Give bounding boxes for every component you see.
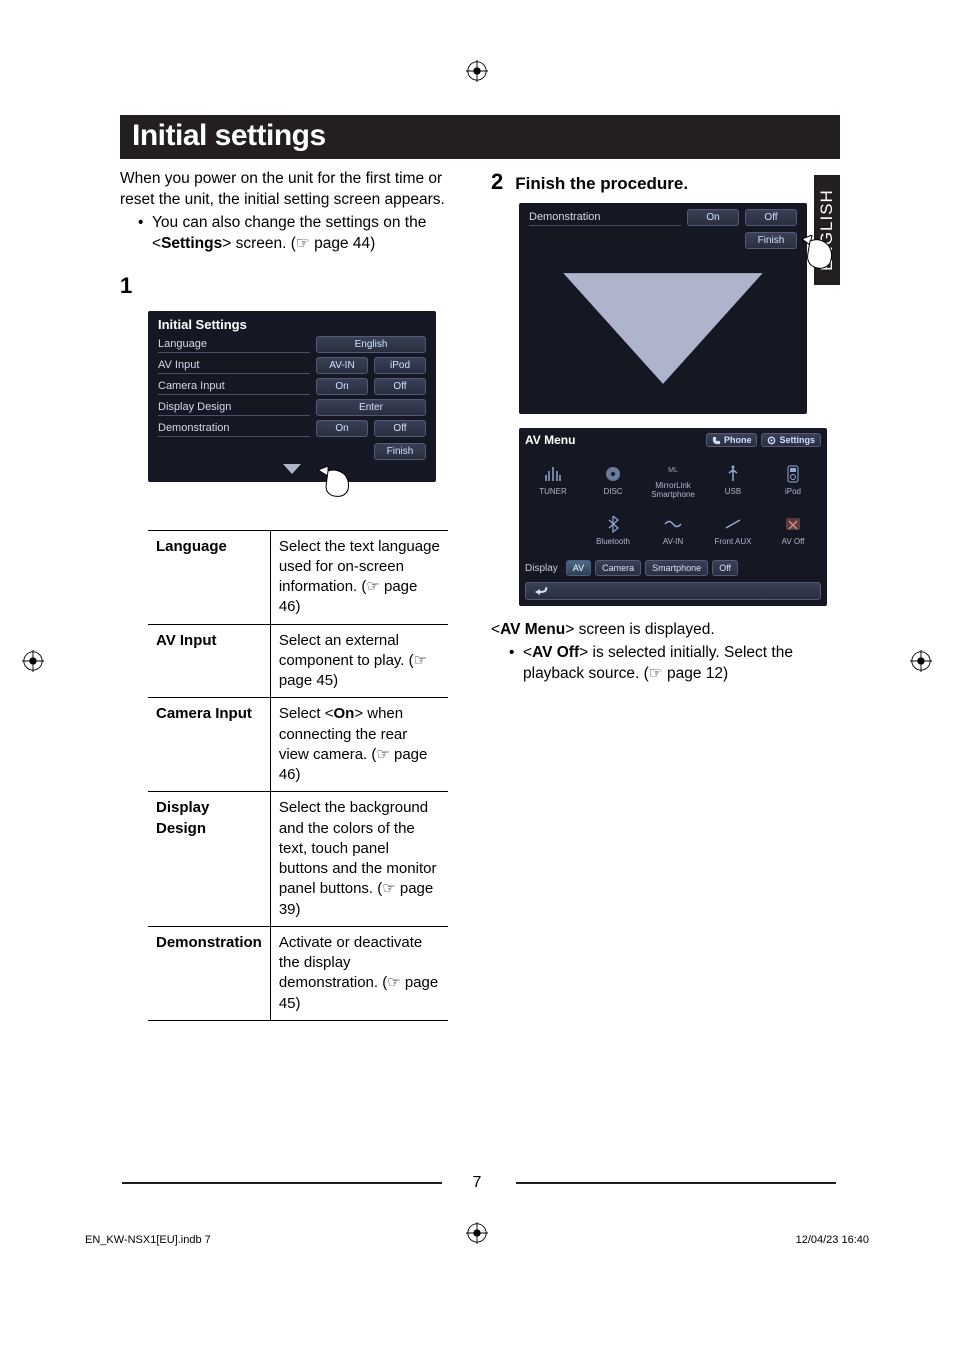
enter-button[interactable]: Enter [316,399,426,416]
tab-av[interactable]: AV [566,560,591,576]
table-cell-desc: Select <On> when connecting the rear vie… [270,698,448,792]
bluetooth-icon [606,515,620,533]
demo-label: Demonstration [529,209,681,226]
frontaux-icon [723,517,743,531]
english-button[interactable]: English [316,336,426,353]
table-cell-desc: Activate or deactivate the display demon… [270,926,448,1020]
mirrorlink-icon: ML [663,462,683,476]
intro-text: When you power on the unit for the first… [120,169,469,255]
demo-off-button[interactable]: Off [374,420,426,437]
step-1-number: 1 [120,273,469,299]
demo-off-button[interactable]: Off [745,209,797,226]
step-2-number: 2 [491,169,503,195]
hand-pointer-icon [796,235,842,280]
phone-button[interactable]: Phone [706,433,758,447]
avoff-icon [784,516,802,532]
settings-button[interactable]: Settings [761,433,821,447]
bullet-dot: • [138,213,152,255]
scroll-down-icon[interactable] [148,460,436,476]
disc-icon [603,465,623,483]
row-display-design-label: Display Design [158,399,310,416]
back-icon [534,585,548,595]
row-avinput-label: AV Input [158,357,310,374]
usb-icon [723,465,743,483]
source-avin[interactable]: AV-IN [645,506,701,552]
table-row: AV Input Select an external component to… [148,624,448,698]
tab-off[interactable]: Off [712,560,738,576]
table-row: Demonstration Activate or deactivate the… [148,926,448,1020]
source-mirrorlink[interactable]: ML MirrorLink Smartphone [645,456,701,502]
source-frontaux[interactable]: Front AUX [705,506,761,552]
table-cell-name: Camera Input [148,698,270,792]
source-disc[interactable]: DISC [585,456,641,502]
table-cell-desc: Select the text language used for on-scr… [270,530,448,624]
phone-icon [712,436,721,445]
table-row: Display Design Select the background and… [148,792,448,927]
table-cell-name: Language [148,530,270,624]
finish-button[interactable]: Finish [745,232,797,249]
initial-settings-screenshot: Initial Settings Language English AV Inp… [148,311,436,482]
tab-smartphone[interactable]: Smartphone [645,560,708,576]
tuner-icon [543,465,563,483]
av-menu-screenshot: AV Menu Phone Settings [519,428,827,606]
footer-left: EN_KW-NSX1[EU].indb 7 [85,1234,211,1246]
source-usb[interactable]: USB [705,456,761,502]
registration-mark-icon [22,650,44,672]
intro-line: When you power on the unit for the first… [120,170,445,208]
demo-on-button[interactable]: On [687,209,739,226]
avoff-note: <AV Off> is selected initially. Select t… [523,643,840,685]
gear-icon [767,436,776,445]
source-bluetooth[interactable]: Bluetooth [585,506,641,552]
footer-right: 12/04/23 16:40 [796,1234,869,1246]
avin-button[interactable]: AV-IN [316,357,368,374]
table-cell-desc: Select an external component to play. (☞… [270,624,448,698]
step-2-heading: Finish the procedure. [515,174,688,194]
ipod-button[interactable]: iPod [374,357,426,374]
intro-bullet: You can also change the settings on the … [152,213,469,255]
finish-screenshot: Demonstration On Off Finish [519,203,807,414]
row-demo-label: Demonstration [158,420,310,437]
table-cell-name: AV Input [148,624,270,698]
registration-mark-icon [910,650,932,672]
camera-off-button[interactable]: Off [374,378,426,395]
registration-mark-icon [466,60,488,82]
avin-icon [663,517,683,531]
table-row: Camera Input Select <On> when connecting… [148,698,448,792]
step-2-text: <AV Menu> screen is displayed. • <AV Off… [491,620,840,685]
page-number: 7 [0,1174,954,1192]
demo-on-button[interactable]: On [316,420,368,437]
source-empty [525,506,581,552]
table-cell-desc: Select the background and the colors of … [270,792,448,927]
settings-table: Language Select the text language used f… [148,530,448,1021]
hand-pointer-icon [148,482,469,512]
table-row: Language Select the text language used f… [148,530,448,624]
finish-button[interactable]: Finish [374,443,426,460]
display-label: Display [525,563,558,574]
scroll-down-icon[interactable] [519,249,807,406]
bullet-dot: • [509,643,523,685]
source-avoff[interactable]: AV Off [765,506,821,552]
page-title: Initial settings [120,115,840,159]
row-camera-label: Camera Input [158,378,310,395]
screenshot-title: Initial Settings [148,311,436,334]
camera-on-button[interactable]: On [316,378,368,395]
table-cell-name: Demonstration [148,926,270,1020]
footer: EN_KW-NSX1[EU].indb 7 12/04/23 16:40 [85,1234,869,1246]
tab-camera[interactable]: Camera [595,560,641,576]
back-button[interactable] [525,582,821,600]
source-tuner[interactable]: TUNER [525,456,581,502]
row-language-label: Language [158,336,310,353]
svg-text:ML: ML [668,467,678,474]
table-cell-name: Display Design [148,792,270,927]
source-ipod[interactable]: iPod [765,456,821,502]
ipod-icon [786,465,800,483]
av-menu-title: AV Menu [525,433,575,447]
